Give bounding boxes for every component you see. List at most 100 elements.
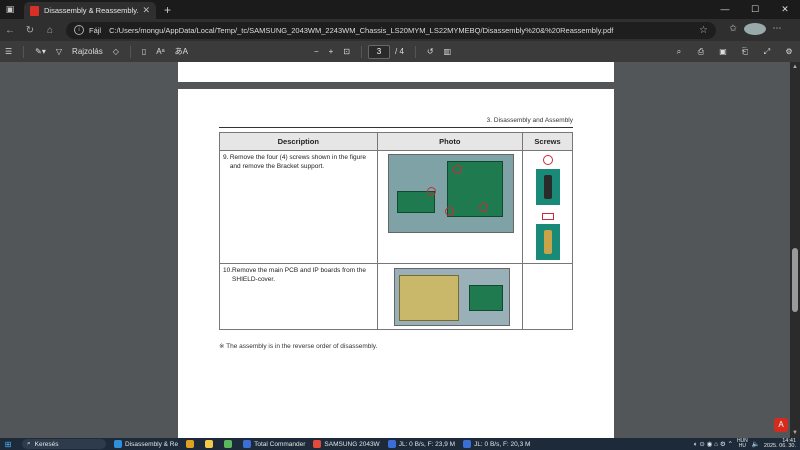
column-header: Screws xyxy=(522,132,573,151)
step-text: Remove the main PCB and IP boards from t… xyxy=(232,267,366,283)
fullscreen-icon[interactable]: ⤢ xyxy=(756,47,778,57)
clock[interactable]: 14:41 2025. 06. 30. xyxy=(764,438,796,450)
header-divider xyxy=(219,127,573,128)
step-number: 10. xyxy=(223,267,233,274)
rect-marker-icon xyxy=(541,213,554,220)
eraser-icon[interactable]: ◇ xyxy=(108,47,124,56)
translate-button[interactable]: あA xyxy=(170,46,193,57)
more-menu-icon[interactable]: ⋯ xyxy=(766,23,788,37)
tray-icons[interactable]: ◐ ⊙ ◉ ⌂ ⚙ ⌃ xyxy=(694,440,733,448)
page-number-input[interactable]: 3 xyxy=(368,44,390,59)
zoom-in-button[interactable]: + xyxy=(324,47,339,56)
draw-icon[interactable]: ▽ xyxy=(51,47,67,56)
search-label: Keresés xyxy=(34,440,59,448)
save-as-icon[interactable]: ⎗ xyxy=(734,47,756,57)
pdf-toolbar: ☰ ✎▾ ▽ Rajzolás ◇ ▯ Aᵃ あA − + ⊡ 3 / 4 ↺ … xyxy=(0,41,800,62)
read-aloud-button[interactable]: Aᵃ xyxy=(151,47,169,56)
screw-location-marker xyxy=(452,165,462,174)
taskbar-app[interactable] xyxy=(224,440,235,448)
taskbar-app[interactable] xyxy=(205,440,216,448)
settings-icon[interactable]: ⚙ xyxy=(778,47,800,57)
highlight-icon[interactable]: ✎▾ xyxy=(30,47,51,56)
title-bar: ▣ Disassembly & Reassembly.pdf ✕ + — ☐ ✕ xyxy=(0,0,800,19)
language-indicator[interactable]: HUN HU xyxy=(737,438,748,450)
profile-avatar[interactable] xyxy=(744,23,766,37)
taskbar-app-label: JL: 0 B/s, F: 23,9 M xyxy=(398,440,456,448)
column-header: Photo xyxy=(376,132,524,151)
maximize-button[interactable]: ☐ xyxy=(740,0,770,19)
taskbar-app[interactable] xyxy=(186,440,197,448)
start-icon[interactable]: ⊞ xyxy=(0,440,16,449)
step-text: Remove the four (4) screws shown in the … xyxy=(229,154,367,170)
app-icon xyxy=(387,440,396,448)
print-icon[interactable]: ⎙ xyxy=(690,47,712,57)
vertical-scrollbar[interactable]: ▲ ▼ xyxy=(790,62,800,438)
taskbar-app-label: Disassembly & Re xyxy=(125,440,179,448)
app-icon xyxy=(313,440,322,448)
window-menu-icon[interactable]: ▣ xyxy=(0,0,20,19)
zoom-out-button[interactable]: − xyxy=(309,47,324,56)
column-header: Description xyxy=(219,132,378,151)
table-row: 10. Remove the main PCB and IP boards fr… xyxy=(219,263,573,330)
scroll-down-icon[interactable]: ▼ xyxy=(791,430,799,436)
acrobat-icon[interactable]: A xyxy=(774,418,788,432)
refresh-icon[interactable]: ↻ xyxy=(20,25,40,36)
address-bar-row: ← ↻ ⌂ i Fájl C:/Users/mongu/AppData/Loca… xyxy=(0,19,800,41)
contents-icon[interactable]: ☰ xyxy=(0,47,17,56)
assembly-note: ※ The assembly is in the reverse order o… xyxy=(219,343,378,350)
url-protocol: Fájl xyxy=(89,25,102,35)
back-icon[interactable]: ← xyxy=(0,25,20,36)
taskbar-app[interactable]: SAMSUNG 2043W xyxy=(313,440,380,448)
volume-icon[interactable]: 🔈 xyxy=(752,440,760,448)
url-path: C:/Users/mongu/AppData/Local/Temp/_tc/SA… xyxy=(109,25,614,35)
scroll-up-icon[interactable]: ▲ xyxy=(791,64,799,70)
app-icon xyxy=(205,440,214,448)
search-icon: ⌕ xyxy=(27,440,31,447)
taskbar-app-label: Total Commander xyxy=(254,440,306,448)
taskbar-app[interactable]: JL: 0 B/s, F: 23,9 M xyxy=(387,440,456,448)
total-pages: / 4 xyxy=(395,47,404,56)
step-description: 10. Remove the main PCB and IP boards fr… xyxy=(219,263,378,330)
scrollbar-thumb[interactable] xyxy=(792,248,798,312)
rotate-icon[interactable]: ↺ xyxy=(422,47,439,56)
favorites-icon[interactable]: ✩ xyxy=(722,23,744,37)
taskbar: ⊞ ⌕ Keresés Disassembly & Re Total Comman… xyxy=(0,438,800,450)
taskbar-app[interactable]: JL: 0 B/s, F: 20,3 M xyxy=(463,440,530,448)
app-icon xyxy=(243,440,252,448)
url-field[interactable]: i Fájl C:/Users/mongu/AppData/Local/Temp… xyxy=(66,21,716,39)
window-controls: — ☐ ✕ xyxy=(710,0,800,19)
search-icon[interactable]: ⌕ xyxy=(668,47,690,57)
close-tab-icon[interactable]: ✕ xyxy=(142,5,150,16)
taskbar-app[interactable]: Disassembly & Re xyxy=(114,440,178,448)
system-tray: ◐ ⊙ ◉ ⌂ ⚙ ⌃ HUN HU 🔈 14:41 2025. 06. 30. xyxy=(694,438,796,450)
boards-photo xyxy=(393,268,510,326)
app-icon xyxy=(114,440,122,448)
screw-photo xyxy=(535,224,560,260)
page-header: 3. Disassembly and Assembly xyxy=(486,117,573,124)
favorite-star-icon[interactable]: ☆ xyxy=(699,25,708,36)
screw-location-marker xyxy=(478,203,488,212)
info-icon[interactable]: i xyxy=(74,25,84,35)
screw-photo xyxy=(535,169,560,205)
pdf-page: 3. Disassembly and Assembly Description … xyxy=(178,89,614,438)
taskbar-search[interactable]: ⌕ Keresés xyxy=(22,439,106,449)
app-icon xyxy=(186,440,195,448)
home-icon[interactable]: ⌂ xyxy=(40,25,60,36)
draw-label[interactable]: Rajzolás xyxy=(67,47,108,56)
save-icon[interactable]: ▣ xyxy=(712,47,734,57)
step-description: 9. Remove the four (4) screws shown in t… xyxy=(219,150,378,264)
page-view-icon[interactable]: ▥ xyxy=(439,47,457,56)
view-icon[interactable]: ▯ xyxy=(137,47,151,56)
screws-cell xyxy=(522,150,573,264)
taskbar-app-label: SAMSUNG 2043W xyxy=(324,440,380,448)
close-window-button[interactable]: ✕ xyxy=(770,0,800,19)
fit-page-icon[interactable]: ⊡ xyxy=(338,47,355,56)
new-tab-button[interactable]: + xyxy=(164,3,171,17)
screws-cell xyxy=(522,263,573,330)
pdf-viewer[interactable]: 3. Disassembly and Assembly Description … xyxy=(0,62,800,438)
taskbar-app[interactable]: Total Commander xyxy=(243,440,305,448)
taskbar-app-label: JL: 0 B/s, F: 20,3 M xyxy=(474,440,531,448)
app-icon xyxy=(463,440,472,448)
minimize-button[interactable]: — xyxy=(710,0,740,19)
tab-active[interactable]: Disassembly & Reassembly.pdf ✕ xyxy=(24,2,156,19)
